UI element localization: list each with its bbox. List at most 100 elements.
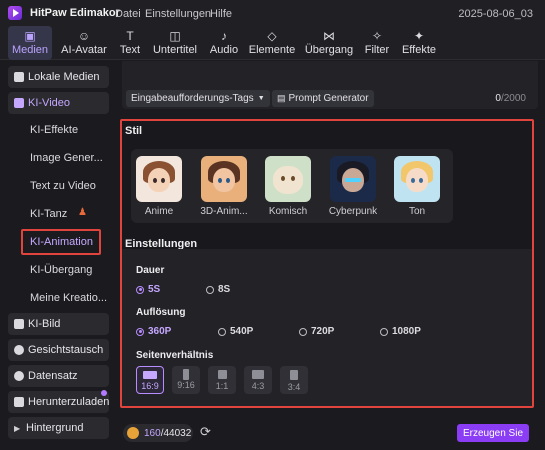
tab-effects-label: Effekte <box>401 44 437 56</box>
effects-icon: ✦ <box>413 29 425 43</box>
resolution-label: Auflösung <box>136 307 186 318</box>
aspect-1-1-button[interactable]: 1:1 <box>208 366 236 394</box>
style-clay[interactable]: Ton <box>392 156 442 217</box>
radio-selected-icon <box>136 285 144 294</box>
aspect-16-9-label: 16:9 <box>141 381 159 391</box>
face-swap-icon <box>14 345 24 355</box>
aspect-4-3-label: 4:3 <box>251 381 265 391</box>
sidebar-sub-my-creations[interactable]: Meine Kreatio... <box>30 292 107 304</box>
aspect-4-3-icon <box>252 370 264 379</box>
notification-dot <box>101 390 107 396</box>
sidebar-sub-image-generator[interactable]: Image Gener... <box>30 152 103 164</box>
sidebar-sub-ki-dance[interactable]: KI-Tanz <box>30 208 67 220</box>
menu-help[interactable]: Hilfe <box>210 8 232 20</box>
tab-elements[interactable]: ◇ Elemente <box>248 26 296 60</box>
coin-icon <box>127 427 139 439</box>
app-title: HitPaw Edimakor <box>30 7 120 19</box>
prompt-area[interactable]: Eingabeaufforderungs-Tags ▼ ▤ Prompt Gen… <box>122 61 538 109</box>
sidebar-item-local-media[interactable]: Lokale Medien <box>8 66 109 88</box>
duration-5s-radio[interactable]: 5S <box>136 284 160 295</box>
style-label: Ton <box>408 206 426 217</box>
prompt-tags-label: Eingabeaufforderungs-Tags <box>131 93 254 104</box>
aspect-9-16-label: 9:16 <box>177 380 195 390</box>
sidebar-item-label: KI-Video <box>28 97 70 109</box>
app-logo-icon <box>8 6 22 20</box>
main-panel: Eingabeaufforderungs-Tags ▼ ▤ Prompt Gen… <box>117 61 545 450</box>
resolution-720p-radio[interactable]: 720P <box>299 326 334 337</box>
comic-thumbnail <box>265 156 311 202</box>
aspect-1-1-icon <box>217 370 227 379</box>
sidebar-item-downloads[interactable]: Herunterzuladen <box>8 391 109 413</box>
duration-8s-label: 8S <box>218 284 231 295</box>
credits-used: 160 <box>144 427 161 439</box>
resolution-360p-radio[interactable]: 360P <box>136 326 171 337</box>
sidebar-item-ki-video[interactable]: KI-Video <box>8 92 109 114</box>
audio-icon: ♪ <box>221 29 227 43</box>
tab-subtitles[interactable]: ◫ Untertitel <box>150 26 200 60</box>
prompt-generator-button[interactable]: ▤ Prompt Generator <box>272 90 374 107</box>
style-3d-animation[interactable]: 3D-Anim... <box>199 156 249 217</box>
credits-badge: 160/44032 <box>123 424 193 442</box>
aspect-9-16-button[interactable]: 9:16 <box>172 366 200 394</box>
tab-media[interactable]: ▣ Medien <box>8 26 52 60</box>
resolution-540p-label: 540P <box>230 326 254 337</box>
aspect-16-9-button[interactable]: 16:9 <box>136 366 164 394</box>
sidebar-item-label: Gesichtstausch <box>28 344 104 356</box>
sidebar-item-dataset[interactable]: Datensatz <box>8 365 109 387</box>
menu-file[interactable]: Datei <box>115 8 141 20</box>
tab-subtitles-label: Untertitel <box>152 44 198 56</box>
aspect-16-9-icon <box>143 371 157 379</box>
style-cyberpunk[interactable]: Cyberpunk <box>328 156 378 217</box>
tab-filter-label: Filter <box>364 44 390 56</box>
resolution-360p-label: 360P <box>148 326 172 337</box>
sidebar-item-label: Lokale Medien <box>28 71 100 83</box>
download-icon <box>14 397 24 407</box>
generate-button[interactable]: Erzeugen Sie <box>457 424 529 442</box>
aspect-3-4-button[interactable]: 3:4 <box>280 366 308 394</box>
title-bar: HitPaw Edimakor Datei Einstellungen Hilf… <box>0 0 545 26</box>
ai-image-icon <box>14 319 24 329</box>
3d-animation-thumbnail <box>201 156 247 202</box>
aspect-4-3-button[interactable]: 4:3 <box>244 366 272 394</box>
prompt-tags-button[interactable]: Eingabeaufforderungs-Tags ▼ <box>126 90 270 107</box>
subtitle-icon: ◫ <box>169 29 181 43</box>
refresh-icon[interactable]: ⟳ <box>200 425 214 439</box>
main-toolbar: ▣ Medien ☺ AI-Avatar T Text ◫ Untertitel… <box>0 26 545 60</box>
sidebar-sub-ki-effects[interactable]: KI-Effekte <box>30 124 78 136</box>
elements-icon: ◇ <box>267 29 277 43</box>
folder-icon <box>14 72 24 82</box>
sidebar-item-ki-image[interactable]: KI-Bild <box>8 313 109 335</box>
style-anime[interactable]: Anime <box>134 156 184 217</box>
style-comic[interactable]: Komisch <box>263 156 313 217</box>
media-icon: ▣ <box>24 29 36 43</box>
sidebar-sub-ki-transition[interactable]: KI-Übergang <box>30 264 92 276</box>
resolution-1080p-radio[interactable]: 1080P <box>380 326 421 337</box>
tab-audio[interactable]: ♪ Audio <box>207 26 241 60</box>
sidebar-item-face-swap[interactable]: Gesichtstausch <box>8 339 109 361</box>
sidebar-sub-ki-animation[interactable]: KI-Animation <box>30 236 93 248</box>
resolution-540p-radio[interactable]: 540P <box>218 326 253 337</box>
aspect-3-4-icon <box>290 370 298 380</box>
tab-effects[interactable]: ✦ Effekte <box>400 26 438 60</box>
style-settings-highlight: Stil Anime 3D-Anim... Komisch Cyberpunk … <box>120 119 534 408</box>
duration-8s-radio[interactable]: 8S <box>206 284 230 295</box>
dataset-icon <box>14 371 24 381</box>
tab-transition[interactable]: ⋈ Übergang <box>304 26 354 60</box>
style-label: 3D-Anim... <box>200 206 248 217</box>
chevron-right-icon: ▶ <box>14 423 21 433</box>
aspect-9-16-icon <box>183 369 189 380</box>
text-icon: T <box>126 29 134 43</box>
tab-ai-avatar[interactable]: ☺ AI-Avatar <box>58 26 110 60</box>
sidebar-item-background[interactable]: ▶ Hintergrund <box>8 417 109 439</box>
tab-media-label: Medien <box>11 44 49 56</box>
menu-settings[interactable]: Einstellungen <box>145 8 211 20</box>
tab-text[interactable]: T Text <box>116 26 144 60</box>
tab-elements-label: Elemente <box>248 44 296 56</box>
sidebar-sub-text-to-video[interactable]: Text zu Video <box>30 180 96 192</box>
credits-total: /44032 <box>160 427 192 439</box>
prompt-generator-label: Prompt Generator <box>288 93 369 104</box>
aspect-3-4-label: 3:4 <box>287 382 301 392</box>
style-label: Komisch <box>268 206 308 217</box>
tab-filter[interactable]: ✧ Filter <box>362 26 392 60</box>
char-limit: /2000 <box>500 93 526 104</box>
